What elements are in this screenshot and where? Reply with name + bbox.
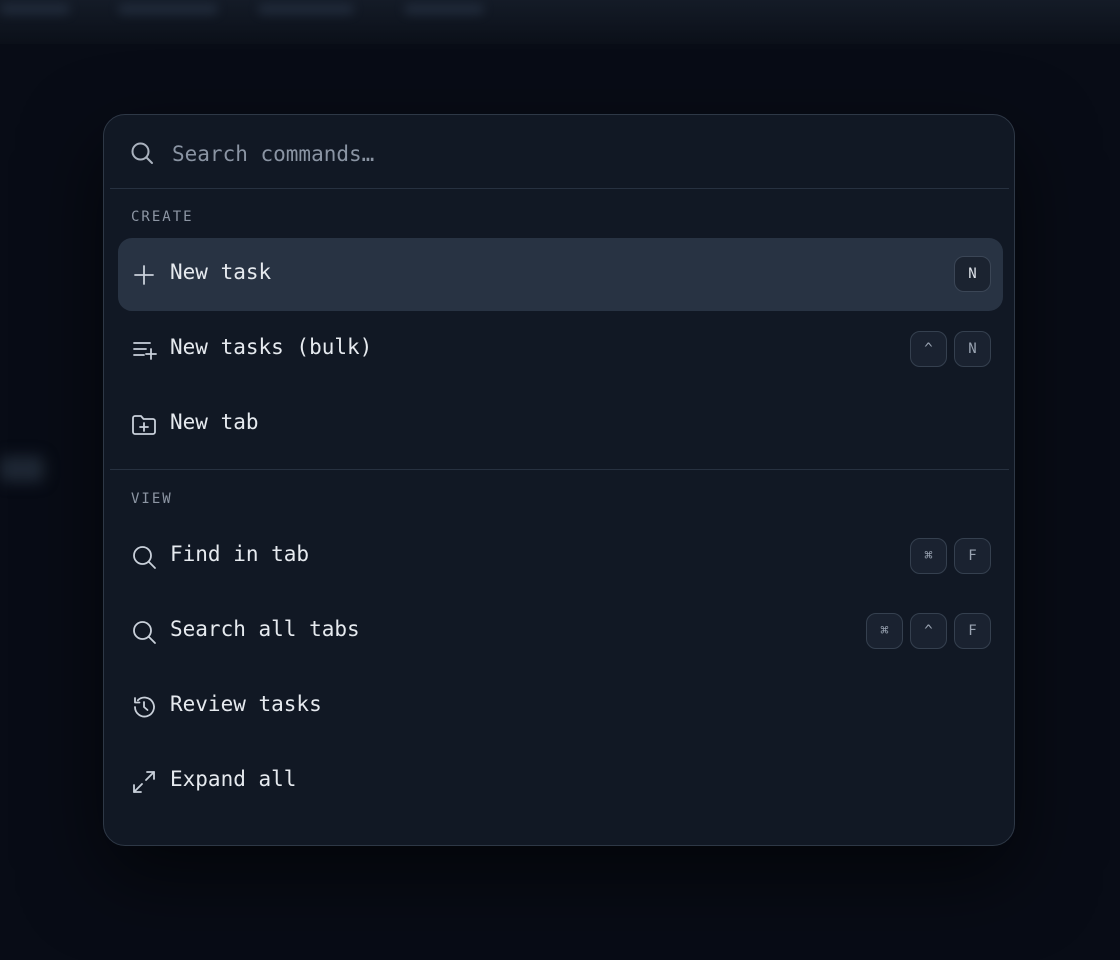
history-icon <box>131 694 157 720</box>
plus-icon <box>131 262 157 288</box>
command-label: New tasks (bulk) <box>170 335 373 359</box>
command-review-tasks[interactable]: Review tasks <box>118 670 1003 743</box>
shortcut-keys: ⌘ F <box>910 538 991 574</box>
folder-plus-icon <box>131 412 157 438</box>
command-label: New task <box>170 260 272 284</box>
search-row <box>104 115 1014 188</box>
shortcut-key: N <box>954 331 991 367</box>
background-blur-block <box>404 4 484 14</box>
shortcut-key: ^ <box>910 331 947 367</box>
command-find-in-tab[interactable]: Find in tab ⌘ F <box>118 520 1003 593</box>
divider <box>110 469 1009 470</box>
search-icon <box>131 619 157 645</box>
command-label: New tab <box>170 410 259 434</box>
background-blur-block <box>118 4 218 14</box>
divider <box>110 188 1009 189</box>
section-label-view: VIEW <box>131 491 173 507</box>
command-label: Find in tab <box>170 542 310 566</box>
command-search-all-tabs[interactable]: Search all tabs ⌘ ^ F <box>118 595 1003 668</box>
search-icon <box>130 141 154 165</box>
list-plus-icon <box>131 337 157 363</box>
shortcut-key: F <box>954 538 991 574</box>
command-new-task[interactable]: New task N <box>118 238 1003 311</box>
background-app-header <box>0 0 1120 44</box>
background-blur-block <box>0 4 70 14</box>
expand-icon <box>131 769 157 795</box>
shortcut-key: N <box>954 256 991 292</box>
shortcut-key: ⌘ <box>866 613 903 649</box>
command-new-tab[interactable]: New tab <box>118 388 1003 461</box>
command-expand-all[interactable]: Expand all <box>118 745 1003 818</box>
background-sidebar-blur <box>0 456 44 482</box>
shortcut-key: F <box>954 613 991 649</box>
shortcut-keys: ^ N <box>910 331 991 367</box>
command-label: Search all tabs <box>170 617 360 641</box>
shortcut-key: ⌘ <box>910 538 947 574</box>
command-palette: CREATE New task N New tasks (bulk) ^ N N… <box>103 114 1015 846</box>
shortcut-keys: ⌘ ^ F <box>866 613 991 649</box>
search-icon <box>131 544 157 570</box>
search-input[interactable] <box>170 135 974 173</box>
command-new-tasks-bulk[interactable]: New tasks (bulk) ^ N <box>118 313 1003 386</box>
shortcut-keys: N <box>954 256 991 292</box>
section-label-create: CREATE <box>131 209 194 225</box>
command-label: Review tasks <box>170 692 322 716</box>
shortcut-key: ^ <box>910 613 947 649</box>
command-label: Expand all <box>170 767 297 791</box>
background-blur-block <box>258 4 354 14</box>
